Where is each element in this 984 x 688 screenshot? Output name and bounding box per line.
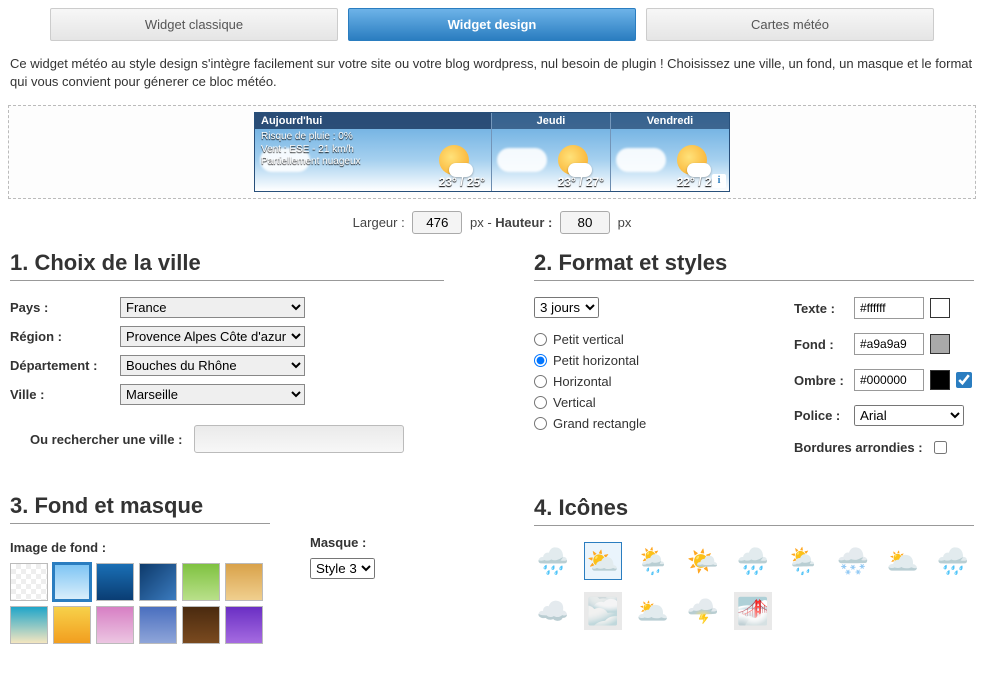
weather-icon-shower[interactable]: 🌦️ (784, 542, 822, 580)
bg-thumb-pink[interactable] (96, 606, 134, 644)
weather-icon-snow[interactable]: 🌨️ (834, 542, 872, 580)
bg-thumb-purple[interactable] (225, 606, 263, 644)
step4-title: 4. Icônes (534, 495, 974, 526)
city-label: Ville : (10, 387, 120, 402)
weather-icon-storm[interactable]: 🌩️ (684, 592, 722, 630)
preview-wind: Vent : ESE - 21 km/h (261, 144, 361, 157)
step1-title: 1. Choix de la ville (10, 250, 444, 281)
shadow-checkbox[interactable] (956, 372, 972, 388)
radio-horizontal[interactable] (534, 375, 547, 388)
radio-vertical[interactable] (534, 396, 547, 409)
text-color-label: Texte : (794, 301, 854, 316)
preview-day-thu: Jeudi 23° / 27° (492, 113, 611, 191)
preview-temp2: 23° / 27° (558, 175, 604, 189)
font-select[interactable]: Arial (854, 405, 964, 426)
text-color-swatch[interactable] (930, 298, 950, 318)
bg-thumb-brown[interactable] (182, 606, 220, 644)
bg-color-input[interactable] (854, 333, 924, 355)
step2-title: 2. Format et styles (534, 250, 974, 281)
weather-icon-overcast[interactable]: 🌥️ (634, 592, 672, 630)
preview-rain: Risque de pluie : 0% (261, 131, 361, 144)
bg-thumb-green[interactable] (182, 563, 220, 601)
bg-thumb-yellow[interactable] (53, 606, 91, 644)
bg-thumb-beach[interactable] (10, 606, 48, 644)
bg-thumb-crystal[interactable] (139, 563, 177, 601)
preview-day2-title: Jeudi (492, 113, 610, 129)
mask-select[interactable]: Style 3 (310, 558, 375, 579)
preview-day3-title: Vendredi (611, 113, 729, 129)
height-label: Hauteur : (495, 215, 552, 230)
bg-image-label: Image de fond : (10, 540, 270, 555)
preview-day1-title: Aujourd'hui (255, 113, 491, 129)
weather-icon-fog[interactable]: 🌫️ (584, 592, 622, 630)
shadow-color-input[interactable] (854, 369, 924, 391)
region-select[interactable]: Provence Alpes Côte d'azur (120, 326, 305, 347)
days-select[interactable]: 3 jours (534, 297, 599, 318)
sun-cloud-icon (677, 145, 707, 175)
bg-thumb-transparent[interactable] (10, 563, 48, 601)
preview-day-fri: Vendredi 22° / 25° i (611, 113, 729, 191)
width-input[interactable] (412, 211, 462, 234)
dimensions-row: Largeur : px - Hauteur : px (0, 199, 984, 250)
weather-widget-preview: Aujourd'hui Risque de pluie : 0% Vent : … (254, 112, 730, 192)
search-label: Ou rechercher une ville : (30, 432, 182, 447)
bg-thumb-castle[interactable] (139, 606, 177, 644)
bg-thumbnails (10, 563, 270, 644)
radio-petit-vertical[interactable] (534, 333, 547, 346)
country-select[interactable]: France (120, 297, 305, 318)
bg-color-swatch[interactable] (930, 334, 950, 354)
tab-maps[interactable]: Cartes météo (646, 8, 934, 41)
region-label: Région : (10, 329, 120, 344)
icon-grid: 🌧️ ⛅ 🌦️ 🌤️ 🌧️ 🌦️ 🌨️ 🌥️ 🌧️ ☁️ 🌫️ 🌥️ 🌩️ 🌁 (534, 542, 974, 630)
font-label: Police : (794, 408, 854, 423)
bg-thumb-blue[interactable] (96, 563, 134, 601)
rounded-label: Bordures arrondies : (794, 440, 934, 455)
mask-label: Masque : (310, 535, 375, 550)
shadow-color-swatch[interactable] (930, 370, 950, 390)
shadow-color-label: Ombre : (794, 373, 854, 388)
weather-icon-drizzle[interactable]: 🌧️ (934, 542, 972, 580)
city-select[interactable]: Marseille (120, 384, 305, 405)
weather-icon-cloud-rain[interactable]: 🌧️ (734, 542, 772, 580)
weather-icon-partly[interactable]: ⛅ (584, 542, 622, 580)
weather-icon-cloud-sun-bold[interactable]: 🌥️ (884, 542, 922, 580)
weather-icon-rain[interactable]: 🌧️ (534, 542, 572, 580)
bg-color-label: Fond : (794, 337, 854, 352)
radio-grand-rect[interactable] (534, 417, 547, 430)
country-label: Pays : (10, 300, 120, 315)
height-input[interactable] (560, 211, 610, 234)
text-color-input[interactable] (854, 297, 924, 319)
dept-label: Département : (10, 358, 120, 373)
width-label: Largeur : (353, 215, 405, 230)
city-search-input[interactable] (194, 425, 404, 453)
step3-title: 3. Fond et masque (10, 493, 270, 524)
bg-thumb-sky[interactable] (53, 563, 91, 601)
preview-container: Aujourd'hui Risque de pluie : 0% Vent : … (8, 105, 976, 199)
bg-thumb-sand[interactable] (225, 563, 263, 601)
weather-icon-cloud-black[interactable]: ☁️ (534, 592, 572, 630)
preview-temp1: 23° / 25° (439, 175, 485, 189)
weather-icon-sun[interactable]: 🌤️ (684, 542, 722, 580)
intro-text: Ce widget météo au style design s'intègr… (0, 41, 984, 105)
rounded-checkbox[interactable] (934, 441, 947, 454)
tab-classic[interactable]: Widget classique (50, 8, 338, 41)
tab-design[interactable]: Widget design (348, 8, 636, 41)
preview-cond: Partiellement nuageux (261, 156, 361, 169)
sun-cloud-icon (439, 145, 469, 175)
radio-petit-horizontal[interactable] (534, 354, 547, 367)
weather-icon-mist[interactable]: 🌁 (734, 592, 772, 630)
weather-icon-sun-rain[interactable]: 🌦️ (634, 542, 672, 580)
dept-select[interactable]: Bouches du Rhône (120, 355, 305, 376)
preview-day-today: Aujourd'hui Risque de pluie : 0% Vent : … (255, 113, 492, 191)
info-icon[interactable]: i (712, 174, 726, 188)
sun-cloud-icon (558, 145, 588, 175)
